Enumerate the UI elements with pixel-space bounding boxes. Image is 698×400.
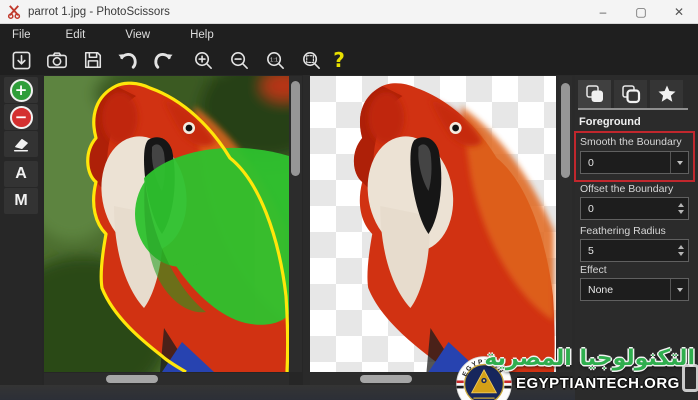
smooth-boundary-label: Smooth the Boundary bbox=[580, 136, 682, 148]
dropdown-button[interactable] bbox=[670, 152, 688, 173]
offset-boundary-value: 0 bbox=[581, 203, 674, 215]
open-image-icon bbox=[11, 50, 32, 71]
left-horizontal-scrollbar[interactable] bbox=[44, 373, 289, 385]
tool-strip: + − A M bbox=[0, 75, 42, 400]
background-marker-button[interactable]: − bbox=[4, 104, 38, 130]
effect-dropdown[interactable]: None bbox=[580, 278, 689, 301]
maximize-button[interactable]: ▢ bbox=[622, 0, 660, 23]
redo-button[interactable] bbox=[150, 48, 176, 72]
spin-down-icon[interactable] bbox=[678, 252, 684, 256]
spinner-buttons[interactable] bbox=[674, 198, 688, 219]
offset-boundary-label: Offset the Boundary bbox=[580, 183, 673, 195]
left-vertical-scrollbar-thumb[interactable] bbox=[291, 81, 300, 176]
zoom-out-icon bbox=[229, 50, 250, 71]
open-image-button[interactable] bbox=[8, 48, 34, 72]
smooth-boundary-dropdown[interactable]: 0 bbox=[580, 151, 689, 174]
window-title: parrot 1.jpg - PhotoScissors bbox=[28, 6, 170, 18]
zoom-in-icon bbox=[193, 50, 214, 71]
title-bar: parrot 1.jpg - PhotoScissors – ▢ ✕ bbox=[0, 0, 698, 24]
star-icon bbox=[657, 84, 677, 104]
help-button[interactable]: ? bbox=[326, 48, 352, 72]
offset-boundary-spinner[interactable]: 0 bbox=[580, 197, 689, 220]
zoom-fit-icon bbox=[301, 50, 322, 71]
cutout-parrot-image bbox=[310, 76, 556, 372]
spinner-buttons[interactable] bbox=[674, 240, 688, 261]
minus-icon: − bbox=[10, 106, 33, 129]
redo-icon bbox=[152, 50, 175, 71]
zoom-actual-icon: 1:1 bbox=[265, 50, 286, 71]
menu-file[interactable]: File bbox=[2, 29, 41, 41]
zoom-in-button[interactable] bbox=[190, 48, 216, 72]
feathering-radius-value: 5 bbox=[581, 245, 674, 257]
menu-help[interactable]: Help bbox=[180, 29, 224, 41]
eraser-icon bbox=[11, 135, 31, 153]
minimize-button[interactable]: – bbox=[584, 0, 622, 23]
app-icon bbox=[7, 4, 22, 19]
effect-label: Effect bbox=[580, 264, 607, 276]
feathering-radius-spinner[interactable]: 5 bbox=[580, 239, 689, 262]
tab-underline bbox=[578, 108, 688, 110]
save-button[interactable] bbox=[80, 48, 106, 72]
foreground-tab[interactable] bbox=[578, 80, 611, 108]
right-horizontal-scrollbar-thumb[interactable] bbox=[360, 375, 412, 383]
zoom-fit-button[interactable] bbox=[298, 48, 324, 72]
result-image[interactable] bbox=[310, 76, 556, 372]
photoscissors-window: parrot 1.jpg - PhotoScissors – ▢ ✕ File … bbox=[0, 0, 698, 400]
watermark-bracket-shape bbox=[682, 364, 698, 392]
zoom-out-button[interactable] bbox=[226, 48, 252, 72]
eraser-button[interactable] bbox=[4, 131, 38, 157]
spin-up-icon[interactable] bbox=[678, 203, 684, 207]
left-vertical-scrollbar[interactable] bbox=[289, 76, 302, 372]
auto-mode-label: A bbox=[15, 165, 27, 183]
right-vertical-scrollbar[interactable] bbox=[559, 76, 572, 372]
chevron-down-icon bbox=[677, 288, 683, 292]
effects-tab[interactable] bbox=[650, 80, 683, 108]
foreground-marker-button[interactable]: + bbox=[4, 77, 38, 103]
effect-value: None bbox=[581, 284, 670, 296]
original-image[interactable] bbox=[44, 76, 289, 372]
menu-view[interactable]: View bbox=[115, 29, 160, 41]
original-parrot-image bbox=[44, 76, 289, 372]
camera-button[interactable] bbox=[44, 48, 70, 72]
chevron-down-icon bbox=[677, 161, 683, 165]
plus-icon: + bbox=[10, 79, 33, 102]
zoom-actual-button[interactable]: 1:1 bbox=[262, 48, 288, 72]
dropdown-button[interactable] bbox=[670, 279, 688, 300]
smooth-boundary-value: 0 bbox=[581, 157, 670, 169]
camera-icon bbox=[46, 50, 68, 70]
watermark-site-text: EGYPTIANTECH.ORG bbox=[516, 375, 680, 392]
background-tab[interactable] bbox=[614, 80, 647, 108]
svg-text:1:1: 1:1 bbox=[269, 57, 277, 63]
menu-edit[interactable]: Edit bbox=[56, 29, 96, 41]
spin-up-icon[interactable] bbox=[678, 245, 684, 249]
spin-down-icon[interactable] bbox=[678, 210, 684, 214]
left-horizontal-scrollbar-thumb[interactable] bbox=[106, 375, 158, 383]
close-button[interactable]: ✕ bbox=[660, 0, 698, 23]
foreground-tab-icon bbox=[585, 84, 605, 104]
right-vertical-scrollbar-thumb[interactable] bbox=[561, 83, 570, 178]
manual-mode-button[interactable]: M bbox=[4, 188, 38, 214]
toolbar: 1:1 ? Marker Size 40 bbox=[0, 45, 698, 75]
manual-mode-label: M bbox=[14, 192, 27, 210]
auto-mode-button[interactable]: A bbox=[4, 161, 38, 187]
section-title: Foreground bbox=[579, 116, 641, 128]
save-icon bbox=[83, 50, 103, 70]
undo-button[interactable] bbox=[114, 48, 140, 72]
undo-icon bbox=[116, 50, 139, 71]
watermark-arabic-text: التكنولوجيا المصرية bbox=[484, 346, 695, 371]
feathering-radius-label: Feathering Radius bbox=[580, 225, 666, 237]
background-tab-icon bbox=[621, 84, 641, 104]
menu-bar: File Edit View Help bbox=[0, 24, 698, 45]
